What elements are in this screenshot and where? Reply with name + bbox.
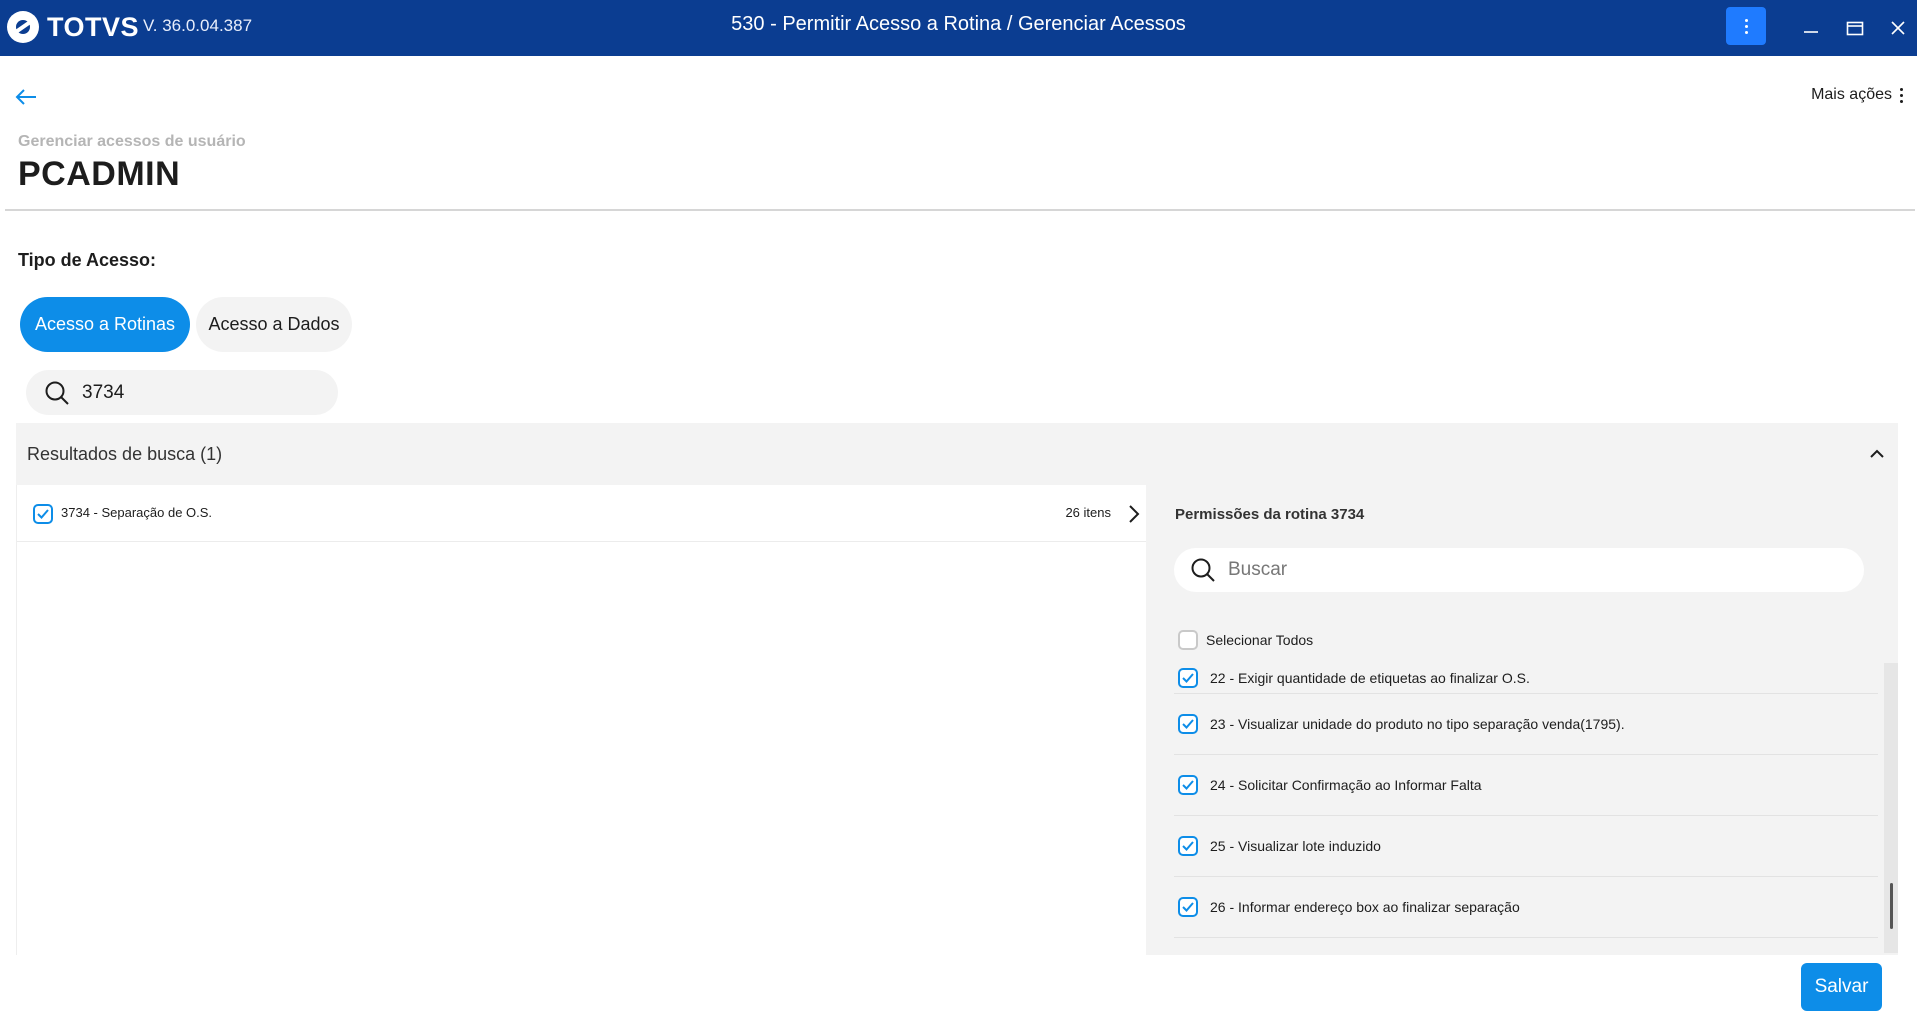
permissions-search-placeholder: Buscar [1228, 559, 1288, 580]
check-icon [1182, 902, 1194, 912]
header-divider [5, 209, 1915, 211]
results-accordion-header[interactable]: Resultados de busca (1) [16, 423, 1898, 485]
close-button[interactable] [1884, 14, 1912, 42]
permission-item[interactable]: 24 - Solicitar Confirmação ao Informar F… [1174, 755, 1878, 816]
check-icon [1182, 780, 1194, 790]
permission-checkbox[interactable] [1178, 714, 1198, 734]
maximize-button[interactable] [1841, 14, 1869, 42]
search-icon [45, 381, 69, 405]
minimize-icon [1804, 31, 1818, 33]
back-button[interactable] [14, 86, 40, 108]
permission-list: 22 - Exigir quantidade de etiquetas ao f… [1174, 663, 1878, 953]
results-title: Resultados de busca (1) [27, 444, 223, 464]
permission-item[interactable]: 22 - Exigir quantidade de etiquetas ao f… [1174, 663, 1878, 694]
check-icon [1182, 841, 1194, 851]
permissions-scrollbar[interactable] [1884, 663, 1898, 953]
more-actions-button[interactable]: Mais ações [1811, 86, 1903, 104]
permission-label: 25 - Visualizar lote induzido [1210, 838, 1381, 854]
title-bar: TOTVS V. 36.0.04.387 530 - Permitir Aces… [0, 0, 1917, 56]
select-all-checkbox[interactable] [1178, 630, 1198, 650]
page-title: PCADMIN [18, 155, 181, 193]
tab-acesso-rotinas[interactable]: Acesso a Rotinas [20, 297, 190, 352]
check-icon [37, 509, 49, 519]
app-version: V. 36.0.04.387 [143, 16, 253, 35]
scrollbar-thumb[interactable] [1890, 883, 1893, 929]
brand-name: TOTVS [47, 11, 140, 42]
permission-item[interactable]: 26 - Informar endereço box ao finalizar … [1174, 877, 1878, 938]
routine-search-input[interactable]: 3734 [26, 370, 338, 415]
permission-label: 24 - Solicitar Confirmação ao Informar F… [1210, 777, 1482, 793]
select-all-label: Selecionar Todos [1206, 632, 1314, 648]
search-icon [1191, 558, 1215, 582]
page-subtitle: Gerenciar acessos de usuário [18, 133, 246, 150]
minimize-button[interactable] [1797, 14, 1825, 42]
more-vertical-icon [1744, 18, 1748, 34]
totvs-logo: TOTVS [7, 9, 139, 45]
permission-checkbox[interactable] [1178, 775, 1198, 795]
routine-checkbox[interactable] [33, 504, 53, 524]
arrow-left-icon [15, 89, 36, 105]
permission-checkbox[interactable] [1178, 668, 1198, 688]
routine-row[interactable]: 3734 - Separação de O.S. 26 itens [17, 485, 1147, 542]
more-vertical-icon [1900, 87, 1903, 103]
permissions-title: Permissões da rotina 3734 [1175, 506, 1365, 523]
permission-label: 22 - Exigir quantidade de etiquetas ao f… [1210, 670, 1530, 686]
permission-checkbox[interactable] [1178, 897, 1198, 917]
select-all[interactable]: Selecionar Todos [1178, 630, 1313, 650]
routine-list: 3734 - Separação de O.S. 26 itens [16, 485, 1147, 955]
more-actions-label: Mais ações [1811, 86, 1892, 103]
permission-item[interactable]: 25 - Visualizar lote induzido [1174, 816, 1878, 877]
chevron-up-icon [1870, 449, 1884, 458]
permissions-search-input[interactable]: Buscar [1174, 548, 1864, 592]
app-menu-button[interactable] [1726, 7, 1766, 45]
check-icon [1182, 673, 1194, 683]
permission-label: 23 - Visualizar unidade do produto no ti… [1210, 716, 1625, 732]
chevron-right-icon[interactable] [1127, 503, 1141, 525]
routine-name: 3734 - Separação de O.S. [61, 505, 213, 520]
routine-item-count: 26 itens [1065, 505, 1111, 520]
tab-acesso-dados[interactable]: Acesso a Dados [196, 297, 352, 352]
maximize-icon [1846, 21, 1864, 36]
permission-label: 26 - Informar endereço box ao finalizar … [1210, 899, 1520, 915]
totvs-logo-icon [7, 11, 39, 43]
permission-checkbox[interactable] [1178, 836, 1198, 856]
access-type-label: Tipo de Acesso: [18, 250, 157, 270]
save-button[interactable]: Salvar [1801, 963, 1882, 1011]
search-value: 3734 [82, 381, 125, 403]
check-icon [1182, 719, 1194, 729]
close-icon [1891, 21, 1905, 35]
permission-item[interactable]: 23 - Visualizar unidade do produto no ti… [1174, 694, 1878, 755]
window-title: 530 - Permitir Acesso a Rotina / Gerenci… [731, 13, 1186, 35]
permissions-panel: Permissões da rotina 3734 Buscar Selecio… [1146, 485, 1898, 955]
